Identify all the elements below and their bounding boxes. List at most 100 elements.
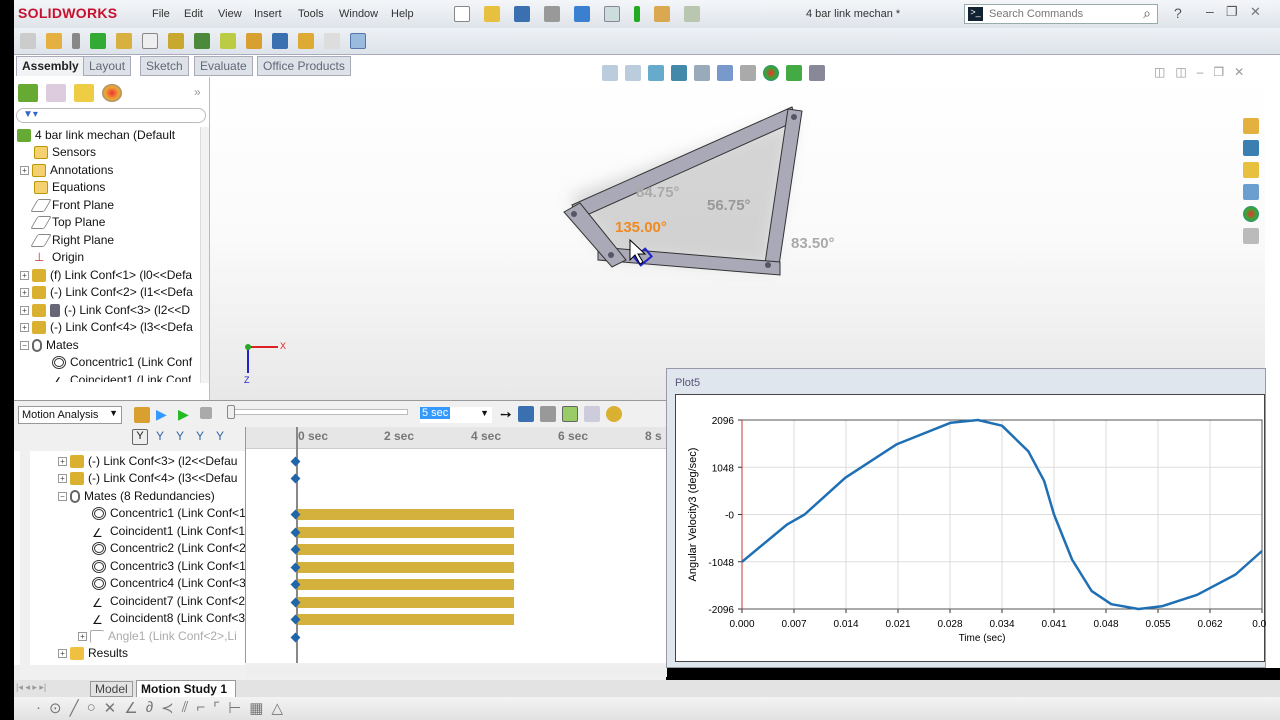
expand-icon[interactable]: + [20,271,29,281]
tree-item-mates[interactable]: − Mates [20,337,79,354]
play-from-start-icon[interactable]: ▶ [156,407,172,423]
autokey-icon[interactable] [561,406,578,422]
corner-icon[interactable]: ⌐ [196,699,205,717]
angle-dimension-driving[interactable]: 135.00° [615,219,667,236]
zoom-area-icon[interactable] [625,65,641,81]
rebuild-icon[interactable] [634,6,640,22]
save-animation-icon[interactable] [517,406,534,422]
configuration-manager-tab-icon[interactable] [74,84,94,102]
tab-model[interactable]: Model [90,681,133,697]
expand-panel-icon[interactable]: » [194,85,201,99]
timeline-bar[interactable] [298,614,514,625]
tree-item-link-conf-2[interactable]: + (-) Link Conf<2> (l1<<Defa [20,284,193,301]
expand-icon[interactable]: + [20,288,29,298]
restore-icon[interactable]: ❐ [1226,4,1238,20]
graphics-area[interactable]: ◫ ◫ – ❐ ✕ 84.75° 56.75° 135.00° 83.50° X Z [210,65,1265,400]
calculate-icon[interactable] [134,407,150,423]
expand-icon[interactable]: + [58,457,67,467]
linear-pattern-icon[interactable] [90,33,106,49]
tree-scrollbar[interactable] [200,127,209,383]
mirror-icon[interactable]: ≺ [161,699,174,717]
menu-edit[interactable]: Edit [184,8,203,20]
search-icon[interactable]: ⌕ [1143,5,1151,22]
design-library-icon[interactable] [1243,140,1259,156]
tab-layout[interactable]: Layout [83,56,132,76]
key-point[interactable] [290,632,301,643]
reference-geometry-icon[interactable] [220,33,236,49]
tree-item-coincident1[interactable]: ∠ Coincident1 (Link Conf [52,372,191,382]
tree-item-sensors[interactable]: Sensors [34,144,96,161]
feature-manager-tab-icon[interactable] [18,84,38,102]
edit-component-icon[interactable] [20,33,36,49]
motion-tree-link-conf-3[interactable]: + (-) Link Conf<3> (l2<<Defau [58,453,237,470]
trim-icon[interactable]: ✕ [104,699,117,717]
timeline[interactable]: 0 sec 2 sec 4 sec 6 sec 8 s [245,427,667,677]
split-vertical-icon[interactable]: ◫ [1175,65,1186,79]
tree-item-equations[interactable]: Equations [34,179,105,196]
offset-icon[interactable]: ∂ [146,699,153,717]
viewport-minimize-icon[interactable]: – [1197,65,1204,79]
motion-tree-concentric1[interactable]: Concentric1 (Link Conf<1 [92,505,246,522]
minimize-icon[interactable]: – [1206,3,1214,19]
timeline-bar[interactable] [298,562,514,573]
filter-selected-icon[interactable]: Y [172,429,188,445]
key-point[interactable] [290,473,301,484]
motion-tree-concentric2[interactable]: Concentric2 (Link Conf<2 [92,540,246,557]
animation-wizard-icon[interactable] [539,406,556,422]
mate-icon[interactable] [72,33,80,49]
timeline-bar[interactable] [298,544,514,555]
display-manager-tab-icon[interactable] [102,84,122,102]
motion-tree-results[interactable]: + Results [58,645,128,662]
new-motion-study-icon[interactable] [246,33,262,49]
view-orientation-icon[interactable] [694,65,710,81]
expand-icon[interactable]: + [20,306,29,316]
playback-speed-select[interactable]: 5 sec ▼ [420,407,492,423]
tree-item-link-conf-1[interactable]: + (f) Link Conf<1> (l0<<Defa [20,267,192,284]
tree-item-link-conf-4[interactable]: + (-) Link Conf<4> (l3<<Defa [20,319,193,336]
tree-root[interactable]: 4 bar link mechan (Default [17,127,175,144]
filter-driving-icon[interactable]: Y [152,429,168,445]
filter-animated-icon[interactable]: Y [132,429,148,445]
tab-assembly[interactable]: Assembly [16,56,85,76]
rectangle-icon[interactable]: ⌜ [213,699,220,717]
filter-results-icon[interactable]: Y [192,429,208,445]
motion-tree-coincident8[interactable]: ∠ Coincident8 (Link Conf<3 [92,610,245,627]
expand-icon[interactable]: + [58,649,67,659]
view-palette-icon[interactable] [1243,184,1259,200]
new-icon[interactable] [454,6,470,22]
view-settings-icon[interactable] [809,65,825,81]
tab-sketch[interactable]: Sketch [140,56,189,76]
menu-window[interactable]: Window [339,8,378,20]
tab-scroll-arrows[interactable]: |◂ ◂ ▸ ▸| [16,682,46,693]
motion-tree-mates[interactable]: − Mates (8 Redundancies) [58,488,215,505]
property-manager-tab-icon[interactable] [46,84,66,102]
tab-motion-study-1[interactable]: Motion Study 1 [136,680,236,698]
menu-view[interactable]: View [218,8,242,20]
select-icon[interactable] [604,6,620,22]
tree-item-concentric1[interactable]: Concentric1 (Link Conf [52,354,192,371]
custom-properties-icon[interactable] [1243,228,1259,244]
key-point[interactable] [290,456,301,467]
motion-tree-coincident1[interactable]: ∠ Coincident1 (Link Conf<1 [92,523,245,540]
playback-slider[interactable] [227,405,408,419]
help-icon[interactable]: ? [1174,5,1182,21]
solidworks-resources-icon[interactable] [1243,118,1259,134]
menu-file[interactable]: File [152,8,170,20]
angle-dimension-4[interactable]: 83.50° [791,235,835,252]
timeline-bar[interactable] [298,597,514,608]
file-explorer-icon[interactable] [1243,162,1259,178]
previous-view-icon[interactable] [648,65,664,81]
tree-item-link-conf-3[interactable]: + (-) Link Conf<3> (l2<<D [20,302,190,319]
motion-tree-concentric4[interactable]: Concentric4 (Link Conf<3 [92,575,246,592]
tree-item-right-plane[interactable]: Right Plane [30,232,114,249]
triangle-icon[interactable]: △ [271,699,283,717]
search-commands-input[interactable]: >_ Search Commands ⌕ [964,4,1158,24]
timeline-bar[interactable] [298,579,514,590]
smart-fasteners-icon[interactable] [116,33,132,49]
grid-icon[interactable]: ▦ [249,699,263,717]
options-icon[interactable] [684,6,700,22]
viewport-close-icon[interactable]: ✕ [1234,65,1244,79]
timeline-scrollbar[interactable] [246,665,667,677]
angle-line-icon[interactable]: ∠ [124,699,137,717]
undo-icon[interactable] [574,6,590,22]
